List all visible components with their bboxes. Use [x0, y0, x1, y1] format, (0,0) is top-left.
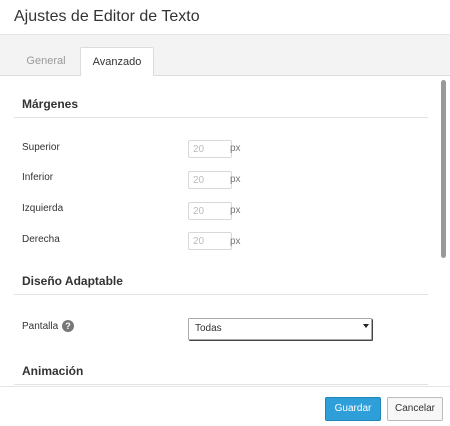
margin-bottom-input[interactable]	[188, 171, 232, 189]
help-icon[interactable]: ?	[62, 320, 74, 332]
label-top: Superior	[22, 142, 60, 153]
section-title-margins: Márgenes	[22, 97, 79, 111]
unit-bottom: px	[230, 174, 241, 185]
chevron-down-icon	[363, 324, 369, 328]
dialog-title: Ajustes de Editor de Texto	[14, 8, 200, 25]
tab-advanced[interactable]: Avanzado	[80, 47, 154, 77]
label-left: Izquierda	[22, 203, 64, 214]
section-title-responsive: Diseño Adaptable	[22, 274, 123, 288]
section-divider	[14, 384, 428, 385]
screen-select[interactable]: Todas	[188, 318, 372, 340]
unit-right: px	[230, 236, 241, 247]
section-title-animation: Animación	[22, 364, 84, 378]
margin-top-input[interactable]	[188, 140, 232, 158]
label-bottom: Inferior	[22, 172, 54, 183]
dialog-header: Ajustes de Editor de Texto	[0, 0, 450, 35]
margin-right-input[interactable]	[188, 232, 232, 250]
unit-left: px	[230, 205, 241, 216]
dialog-footer: Guardar Cancelar	[0, 386, 450, 426]
label-screen: Pantalla	[22, 321, 59, 332]
save-button[interactable]: Guardar	[325, 397, 381, 421]
tab-general[interactable]: General	[16, 47, 76, 75]
tab-bar: General Avanzado	[0, 35, 450, 77]
margin-left-input[interactable]	[188, 202, 232, 220]
settings-panel: Márgenes Superior px Inferior px Izquier…	[0, 76, 438, 385]
label-right: Derecha	[22, 234, 60, 245]
section-divider	[14, 117, 428, 118]
section-divider	[14, 294, 428, 295]
screen-select-value: Todas	[195, 323, 222, 334]
scrollbar-thumb[interactable]	[441, 80, 446, 258]
unit-top: px	[230, 143, 241, 154]
cancel-button[interactable]: Cancelar	[387, 397, 443, 421]
